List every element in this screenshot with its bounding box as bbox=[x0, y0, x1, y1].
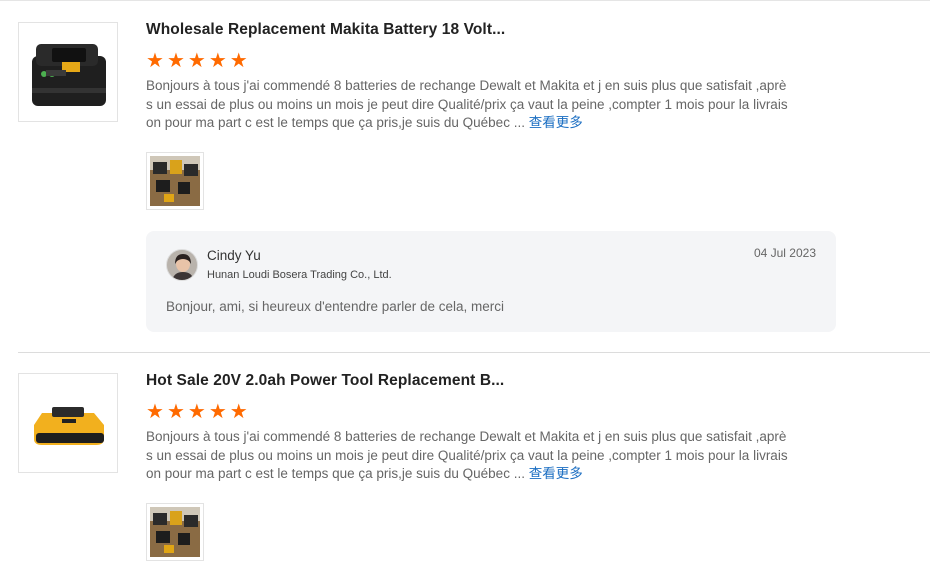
reply-text: Bonjour, ami, si heureux d'entendre parl… bbox=[166, 299, 505, 314]
review-text: Bonjours à tous j'ai commendé 8 batterie… bbox=[146, 428, 802, 484]
product-title[interactable]: Wholesale Replacement Makita Battery 18 … bbox=[146, 21, 505, 39]
review-text-line: s un essai de plus ou moins un mois je p… bbox=[146, 447, 788, 463]
view-more-link[interactable]: 查看更多 bbox=[529, 466, 583, 481]
review-text-line: Bonjours à tous j'ai commendé 8 batterie… bbox=[146, 429, 787, 444]
rating-stars: ★ ★ ★ ★ ★ bbox=[146, 402, 248, 422]
product-thumbnail[interactable] bbox=[18, 373, 118, 473]
review-photo[interactable] bbox=[146, 503, 204, 561]
review-text-line: on pour ma part c est le temps que ça pr… bbox=[146, 466, 583, 481]
star-icon: ★ bbox=[208, 50, 227, 72]
star-icon: ★ bbox=[229, 401, 248, 423]
reply-author-name: Cindy Yu bbox=[207, 248, 261, 263]
review-photo-image bbox=[150, 507, 200, 557]
review-photo-image bbox=[150, 156, 200, 206]
review-text-line: s un essai de plus ou moins un mois je p… bbox=[146, 96, 788, 112]
view-more-link[interactable]: 查看更多 bbox=[529, 115, 583, 130]
product-title[interactable]: Hot Sale 20V 2.0ah Power Tool Replacemen… bbox=[146, 372, 504, 390]
product-thumbnail[interactable] bbox=[18, 22, 118, 122]
reply-company-name: Hunan Loudi Bosera Trading Co., Ltd. bbox=[207, 269, 392, 281]
review-divider bbox=[18, 352, 930, 353]
review-photo[interactable] bbox=[146, 152, 204, 210]
review-text-line: Bonjours à tous j'ai commendé 8 batterie… bbox=[146, 78, 787, 93]
rating-stars: ★ ★ ★ ★ ★ bbox=[146, 51, 248, 71]
reply-date: 04 Jul 2023 bbox=[753, 246, 816, 260]
star-icon: ★ bbox=[208, 401, 227, 423]
star-icon: ★ bbox=[187, 50, 206, 72]
supplier-reply: Cindy Yu Hunan Loudi Bosera Trading Co.,… bbox=[146, 231, 836, 332]
avatar-image bbox=[167, 250, 197, 280]
star-icon: ★ bbox=[146, 401, 164, 423]
review-text-line: on pour ma part c est le temps que ça pr… bbox=[146, 115, 583, 130]
review-text: Bonjours à tous j'ai commendé 8 batterie… bbox=[146, 77, 802, 133]
avatar bbox=[166, 249, 198, 281]
star-icon: ★ bbox=[229, 50, 248, 72]
makita-battery-image bbox=[32, 44, 106, 106]
star-icon: ★ bbox=[166, 401, 185, 423]
star-icon: ★ bbox=[166, 50, 185, 72]
star-icon: ★ bbox=[187, 401, 206, 423]
dewalt-battery-image bbox=[34, 407, 104, 445]
top-divider bbox=[0, 0, 930, 1]
star-icon: ★ bbox=[146, 50, 164, 72]
